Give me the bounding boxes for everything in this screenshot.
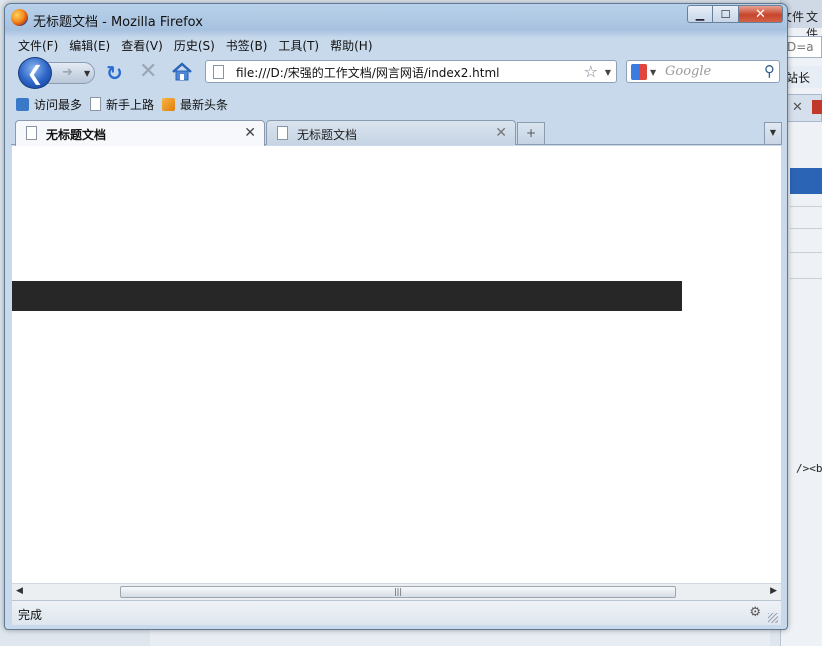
menu-view[interactable]: 查看(V) <box>121 37 163 54</box>
page-content <box>12 146 781 583</box>
minimize-button[interactable]: ▁ <box>687 5 713 23</box>
stop-icon[interactable]: ✕ <box>139 59 157 84</box>
horizontal-scrollbar[interactable]: ◀ ||| ▶ <box>12 583 781 600</box>
page-dark-bar <box>12 281 682 311</box>
bookmark-label: 访问最多 <box>34 97 83 112</box>
rss-icon <box>162 97 176 111</box>
bookmark-getting-started[interactable]: 新手上路 <box>90 96 154 113</box>
status-bar: 完成 ⚙ <box>12 600 781 625</box>
close-window-button[interactable]: ✕ <box>739 5 783 23</box>
search-placeholder: Google <box>665 64 712 79</box>
new-tab-button[interactable]: + <box>517 122 545 144</box>
background-divider <box>790 228 822 229</box>
page-icon <box>90 97 102 111</box>
tab-1[interactable]: 无标题文档 ✕ <box>15 120 265 146</box>
resize-grip[interactable] <box>768 613 778 623</box>
background-divider <box>790 206 822 207</box>
menu-tools[interactable]: 工具(T) <box>278 37 319 54</box>
connection-icon: ⚙ <box>749 605 761 620</box>
page-icon <box>26 126 37 140</box>
title-bar[interactable]: 无标题文档 - Mozilla Firefox ▁ ☐ ✕ <box>5 4 787 32</box>
tab-title: 无标题文档 <box>297 128 358 142</box>
background-taskbar-strip <box>150 628 770 646</box>
navigation-toolbar: ➜ ▼ ❮ ↻ ✕ file:///D:/宋强的工作文档/网言网语/index2… <box>11 56 781 90</box>
menu-bar: 文件(F) 编辑(E) 查看(V) 历史(S) 书签(B) 工具(T) 帮助(H… <box>11 35 781 55</box>
tab-strip: 无标题文档 ✕ 无标题文档 ✕ + ▼ <box>11 118 782 146</box>
firefox-logo-icon <box>11 9 28 26</box>
menu-history[interactable]: 历史(S) <box>174 37 215 54</box>
search-icon[interactable]: ⚲ <box>764 62 775 80</box>
bookmarks-toolbar: 访问最多 新手上路 最新头条 <box>11 93 781 115</box>
bookmark-label: 最新头条 <box>180 97 229 112</box>
reload-icon[interactable]: ↻ <box>106 61 123 85</box>
home-icon[interactable] <box>171 62 193 82</box>
background-bookmark: 站长 <box>784 66 822 88</box>
background-code-text: /><b <box>796 462 822 475</box>
page-icon <box>213 65 224 79</box>
tab-2[interactable]: 无标题文档 ✕ <box>266 120 516 145</box>
menu-help[interactable]: 帮助(H) <box>330 37 372 54</box>
background-red-icon <box>812 100 822 114</box>
scroll-thumb[interactable]: ||| <box>120 586 676 598</box>
background-divider <box>790 278 822 279</box>
bookmark-most-visited[interactable]: 访问最多 <box>16 96 82 113</box>
maximize-button[interactable]: ☐ <box>713 5 739 23</box>
background-url-field: D=a <box>784 36 822 58</box>
list-all-tabs-button[interactable]: ▼ <box>764 122 782 144</box>
menu-bookmarks[interactable]: 书签(B) <box>226 37 268 54</box>
window-title: 无标题文档 - Mozilla Firefox <box>33 15 203 30</box>
address-bar[interactable]: file:///D:/宋强的工作文档/网言网语/index2.html ☆ ▼ <box>205 60 617 83</box>
url-dropdown-icon[interactable]: ▼ <box>605 68 611 77</box>
menu-edit[interactable]: 编辑(E) <box>69 37 110 54</box>
background-close-icon: ✕ <box>792 100 803 115</box>
background-divider <box>790 252 822 253</box>
history-dropdown-icon[interactable]: ▼ <box>84 69 90 78</box>
menu-file[interactable]: 文件(F) <box>18 37 58 54</box>
bookmark-star-icon[interactable]: ☆ <box>584 62 598 81</box>
bookmark-latest-headlines[interactable]: 最新头条 <box>162 96 228 113</box>
search-engine-dropdown-icon[interactable]: ▼ <box>650 68 656 77</box>
search-bar[interactable]: ▼ Google ⚲ <box>626 60 780 83</box>
scroll-right-icon[interactable]: ▶ <box>770 586 777 596</box>
url-text: file:///D:/宋强的工作文档/网言网语/index2.html <box>236 66 500 80</box>
bookmark-label: 新手上路 <box>106 97 155 112</box>
status-text: 完成 <box>18 608 43 622</box>
page-icon <box>277 126 288 140</box>
back-button[interactable]: ❮ <box>18 57 52 89</box>
close-tab-icon[interactable]: ✕ <box>244 125 256 141</box>
tab-title: 无标题文档 <box>46 128 107 142</box>
search-engine-icon[interactable] <box>631 64 647 80</box>
background-blue-block <box>790 168 822 194</box>
most-visited-icon <box>16 97 29 111</box>
window-controls: ▁ ☐ ✕ <box>687 5 783 25</box>
firefox-window: 无标题文档 - Mozilla Firefox ▁ ☐ ✕ 文件(F) 编辑(E… <box>4 3 788 630</box>
scroll-left-icon[interactable]: ◀ <box>16 586 23 596</box>
close-tab-icon[interactable]: ✕ <box>495 125 507 141</box>
